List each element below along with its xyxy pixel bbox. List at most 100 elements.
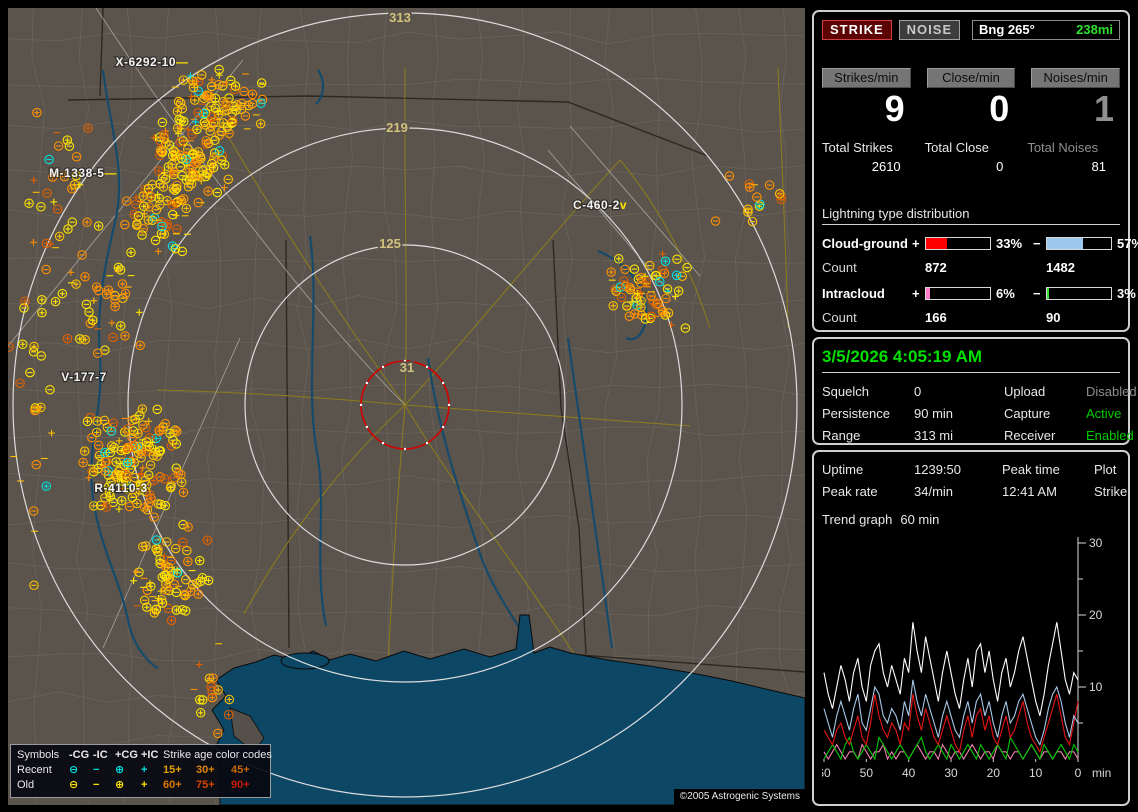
cg-pos-pct: 33% bbox=[996, 235, 1023, 251]
ic-pos-pct: 6% bbox=[996, 285, 1015, 301]
legend-old-label: Old bbox=[17, 779, 35, 791]
upload-value: Disabled bbox=[1086, 384, 1137, 399]
cg-neg-bar-fill bbox=[1047, 237, 1084, 249]
age-75: 75+ bbox=[196, 779, 215, 791]
receiver-value: Enabled bbox=[1086, 428, 1134, 443]
cg-neg-bar bbox=[1046, 236, 1112, 250]
range-label: Range bbox=[822, 428, 861, 443]
ic-neg-count: 90 bbox=[1046, 309, 1061, 325]
svg-text:X-6292-10—: X-6292-10— bbox=[115, 55, 188, 69]
map-legend: Symbols -CG -IC +CG +IC Strike age color… bbox=[10, 744, 272, 798]
strikes-per-min-label: Strikes/min bbox=[822, 68, 911, 88]
ic-neg-bar-fill bbox=[1047, 287, 1049, 299]
total-strikes: Total Strikes 2610 bbox=[822, 140, 915, 174]
ic-neg-bar bbox=[1046, 286, 1112, 300]
cg-pos-bar bbox=[925, 236, 991, 250]
app-window: { "map": { "copyright": "©2005 Astrogeni… bbox=[0, 0, 1138, 812]
pos-cg-recent-icon: ⊕ bbox=[115, 764, 125, 776]
close-per-min-value: 0 bbox=[989, 88, 1010, 129]
age-90: 90+ bbox=[231, 779, 250, 791]
noises-per-min-label: Noises/min bbox=[1031, 68, 1120, 88]
map-canvas[interactable]: 313 219 125 31 X-6292-10— M-1338-5— C-460-2v V-… bbox=[8, 8, 805, 805]
plus-sign: + bbox=[912, 285, 920, 301]
svg-text:30: 30 bbox=[1089, 536, 1103, 550]
svg-text:60: 60 bbox=[822, 766, 831, 780]
trend-graph: 10 20 30 60 50 40 30 20 10 0 min bbox=[817, 536, 1111, 780]
peak-time-value: 12:41 AM bbox=[1002, 484, 1057, 499]
svg-text:20: 20 bbox=[1089, 608, 1103, 622]
total-noises-value: 81 bbox=[1091, 158, 1106, 174]
pos-ic-old-icon: + bbox=[141, 779, 148, 791]
totals-row: Total Strikes 2610 Total Close 0 Total N… bbox=[822, 140, 1120, 174]
peak-time-header: Peak time bbox=[1002, 462, 1060, 477]
upload-label: Upload bbox=[1004, 384, 1046, 399]
svg-text:R-4110-3: R-4110-3 bbox=[94, 481, 147, 495]
capture-value: Active bbox=[1086, 406, 1122, 421]
uptime-label: Uptime bbox=[822, 462, 864, 477]
noises-per-min-value: 1 bbox=[1093, 88, 1114, 129]
neg-ic-old-icon: − bbox=[93, 779, 100, 791]
ic-pos-bar-fill bbox=[926, 287, 930, 299]
trend-graph-window: 60 min bbox=[900, 512, 940, 527]
trend-graph-caption: Trend graph 60 min bbox=[822, 512, 1120, 527]
total-strikes-label: Total Strikes bbox=[822, 139, 893, 155]
bearing-readout: Bng 265° 238mi bbox=[972, 20, 1120, 40]
status-panel: 3/5/2026 4:05:19 AM Squelch 0 Upload Dis… bbox=[812, 337, 1137, 445]
trend-graph-label: Trend graph bbox=[822, 512, 893, 527]
cg-pos-bar-fill bbox=[926, 237, 948, 249]
copyright-text: ©2005 Astrogenic Systems bbox=[673, 789, 805, 805]
age-45: 45+ bbox=[231, 764, 250, 776]
noise-mode-button[interactable]: NOISE bbox=[898, 20, 961, 40]
legend-row-recent: Recent ⊖ − ⊕ + 15+ 30+ 45+ bbox=[17, 763, 265, 778]
svg-text:125: 125 bbox=[379, 236, 401, 251]
svg-text:20: 20 bbox=[987, 766, 1001, 780]
legend-col-neg-ic: -IC bbox=[93, 749, 108, 761]
neg-cg-recent-icon: ⊖ bbox=[69, 764, 79, 776]
status-rows: Squelch 0 Upload Disabled Persistence 90… bbox=[822, 384, 1137, 443]
uptime-value: 1239:50 bbox=[914, 462, 961, 477]
clock-readout: 3/5/2026 4:05:19 AM bbox=[822, 347, 1120, 373]
ic-neg-pct: 3% bbox=[1117, 285, 1136, 301]
total-strikes-value: 2610 bbox=[871, 158, 901, 174]
svg-text:313: 313 bbox=[389, 10, 411, 25]
intracloud-row: Intracloud + 6% − 3% bbox=[822, 285, 1136, 301]
neg-cg-old-icon: ⊖ bbox=[69, 779, 79, 791]
pos-ic-recent-icon: + bbox=[141, 764, 148, 776]
strikes-per-min-value: 9 bbox=[884, 88, 905, 129]
legend-header-row: Symbols -CG -IC +CG +IC Strike age color… bbox=[17, 748, 272, 763]
total-close-value: 0 bbox=[996, 158, 1004, 174]
svg-text:219: 219 bbox=[386, 120, 408, 135]
persistence-value: 90 min bbox=[914, 406, 954, 421]
svg-text:V-177-7: V-177-7 bbox=[61, 370, 107, 384]
bearing-label: Bng 265° bbox=[979, 22, 1035, 37]
legend-col-neg-cg: -CG bbox=[69, 749, 90, 761]
strike-counters-panel: STRIKE NOISE Bng 265° 238mi Strikes/min … bbox=[812, 10, 1138, 332]
squelch-value: 0 bbox=[914, 384, 922, 399]
svg-text:C-460-2v: C-460-2v bbox=[573, 198, 627, 212]
total-close: Total Close 0 bbox=[925, 140, 1018, 174]
ic-pos-count: 166 bbox=[925, 309, 947, 325]
plus-sign: + bbox=[912, 235, 920, 251]
strikes-per-min: Strikes/min 9 bbox=[822, 68, 911, 128]
legend-col-pos-ic: +IC bbox=[141, 749, 159, 761]
lightning-map[interactable]: 313 219 125 31 X-6292-10— M-1338-5— C-460-2v V-… bbox=[8, 8, 805, 805]
peak-rate-value: 34/min bbox=[914, 484, 954, 499]
svg-text:0: 0 bbox=[1075, 766, 1082, 780]
neg-ic-recent-icon: − bbox=[93, 764, 100, 776]
age-15: 15+ bbox=[163, 764, 182, 776]
strike-mode-button[interactable]: STRIKE bbox=[822, 20, 892, 40]
trend-panel: Uptime 1239:50 Peak time Plot Peak rate … bbox=[812, 450, 1130, 806]
total-noises: Total Noises 81 bbox=[1027, 140, 1120, 174]
svg-text:min: min bbox=[1092, 766, 1111, 780]
legend-symbols-header: Symbols bbox=[17, 749, 60, 761]
range-value: 313 mi bbox=[914, 428, 954, 443]
legend-age-header: Strike age color codes bbox=[163, 749, 272, 761]
svg-text:10: 10 bbox=[1089, 680, 1103, 694]
stats-rows: Uptime 1239:50 Peak time Plot Peak rate … bbox=[822, 462, 1127, 499]
pos-cg-old-icon: ⊕ bbox=[115, 779, 125, 791]
plot-mode-value: Strike bbox=[1094, 484, 1128, 499]
total-noises-label: Total Noises bbox=[1027, 139, 1099, 155]
legend-row-old: Old ⊖ − ⊕ + 60+ 75+ 90+ bbox=[17, 778, 265, 793]
receiver-label: Receiver bbox=[1004, 428, 1056, 443]
ic-pos-bar bbox=[925, 286, 991, 300]
